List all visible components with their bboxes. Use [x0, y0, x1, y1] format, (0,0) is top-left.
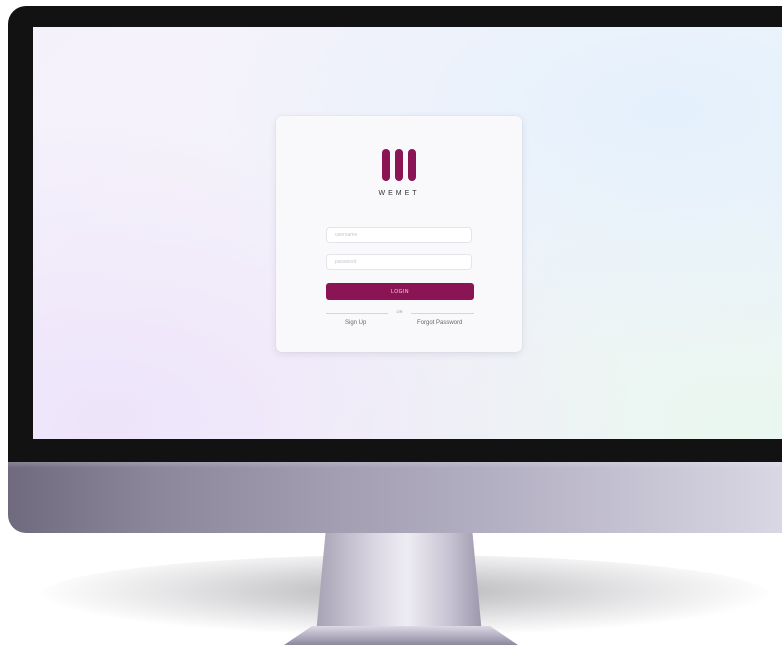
username-input[interactable]	[326, 227, 472, 243]
brand-logo-icon	[382, 149, 416, 181]
login-button[interactable]: LOGIN	[326, 283, 474, 300]
monitor-chin	[8, 462, 782, 533]
divider-right-line	[411, 313, 474, 314]
monitor-chin-highlight	[8, 462, 782, 468]
password-input[interactable]	[326, 254, 472, 270]
divider-or-text: OR	[396, 309, 403, 314]
monitor-screen: WEMET LOGIN OR Sign Up Forgot Password	[33, 27, 782, 439]
divider-left-line	[326, 313, 388, 314]
sign-up-link[interactable]: Sign Up	[345, 320, 366, 326]
brand-name: WEMET	[378, 190, 420, 197]
login-card: WEMET LOGIN OR Sign Up Forgot Password	[276, 116, 522, 352]
scene: WEMET LOGIN OR Sign Up Forgot Password	[0, 0, 782, 645]
monitor-stand-neck	[316, 528, 482, 634]
forgot-password-link[interactable]: Forgot Password	[417, 320, 462, 326]
monitor-stand-base	[284, 626, 518, 645]
